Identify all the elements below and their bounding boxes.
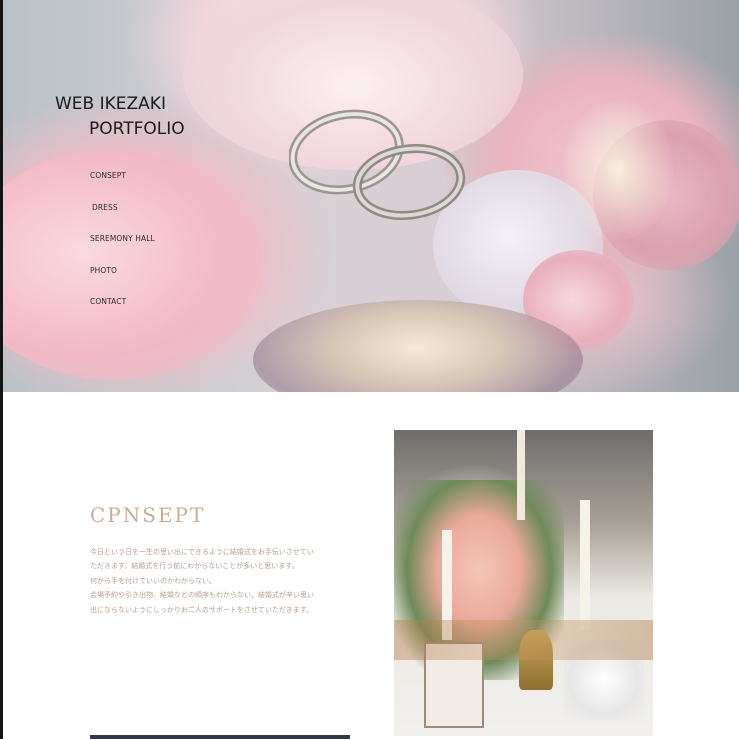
logo-line1: WEB IKEZAKI — [55, 94, 166, 114]
concept-line: 何から手を付けていいのかわからない。 — [90, 576, 216, 585]
logo-line2: PORTFOLIO — [89, 119, 185, 139]
nav-link-dress[interactable]: DRESS — [92, 203, 118, 212]
concept-line: 今日という日を一生の思い出にできるように結婚式をお手伝いさせてい — [90, 548, 314, 556]
next-section-image-edge — [90, 735, 350, 739]
candle-right — [580, 500, 590, 630]
babys-breath-right — [563, 100, 673, 240]
main-nav: CONSEPT DRESS SEREMONY HALL PHOTO CONTAC… — [90, 171, 155, 329]
nav-link-consept[interactable]: CONSEPT — [90, 171, 126, 180]
concept-line: 出にならないようにしっかりお二人のサポートをさせていただきます。 — [90, 605, 314, 614]
page: WEB IKEZAKI PORTFOLIO CONSEPT DRESS SERE… — [3, 0, 739, 739]
concept-title: CPNSEPT — [90, 503, 206, 527]
nav-link-seremony-hall[interactable]: SEREMONY HALL — [90, 234, 155, 243]
concept-line: 会場予約や引き出物、結婚などの順序もわからない。結婚式が辛い思い — [90, 591, 314, 600]
nav-link-contact[interactable]: CONTACT — [90, 297, 126, 306]
nav-item-photo[interactable]: PHOTO — [90, 266, 155, 298]
nav-item-contact[interactable]: CONTACT — [90, 297, 155, 329]
nav-item-dress[interactable]: DRESS — [90, 203, 155, 235]
candle-back — [517, 430, 525, 520]
nav-item-seremony-hall[interactable]: SEREMONY HALL — [90, 234, 155, 266]
table-runner — [394, 620, 653, 660]
site-logo[interactable]: WEB IKEZAKI PORTFOLIO — [55, 92, 185, 142]
nav-link-photo[interactable]: PHOTO — [90, 266, 117, 275]
concept-text: 今日という日を一生の思い出にできるように結婚式をお手伝いさせてい ただきます。結… — [90, 545, 340, 617]
concept-line: ただきます。結婚式を行う前にわからないことが多いと思います。 — [90, 562, 299, 571]
wedding-rings-icon — [289, 109, 466, 220]
nav-item-consept[interactable]: CONSEPT — [90, 171, 155, 203]
table-setting-photo — [394, 430, 653, 736]
hero-image: WEB IKEZAKI PORTFOLIO CONSEPT DRESS SERE… — [3, 0, 739, 392]
